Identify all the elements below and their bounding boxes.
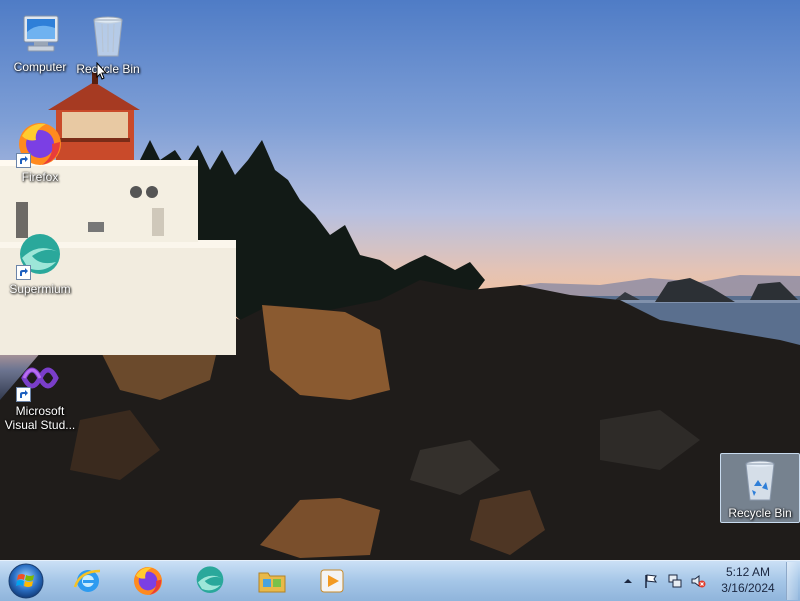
volume-muted-icon[interactable] xyxy=(690,573,706,589)
desktop-wallpaper xyxy=(0,0,800,560)
show-desktop-button[interactable] xyxy=(786,562,798,600)
taskbar-button-internet-explorer[interactable] xyxy=(60,563,116,599)
supermium-icon xyxy=(16,232,64,280)
desktop-icon-recycle-bin[interactable]: Recycle Bin xyxy=(70,12,146,76)
recycle-bin-icon xyxy=(736,456,784,504)
taskbar-button-media-player[interactable] xyxy=(304,563,360,599)
desktop-icon-recycle-bin-selected[interactable]: Recycle Bin xyxy=(720,453,800,523)
computer-icon xyxy=(16,10,64,58)
desktop-icon-firefox[interactable]: Firefox xyxy=(2,120,78,184)
show-hidden-icons-chevron-icon[interactable] xyxy=(620,573,636,589)
taskbar-button-supermium[interactable] xyxy=(182,563,238,599)
taskbar: 5:12 AM 3/16/2024 xyxy=(0,560,800,601)
desktop-icon-supermium[interactable]: Supermium xyxy=(2,232,78,296)
taskbar-button-firefox[interactable] xyxy=(120,563,176,599)
clock-time: 5:12 AM xyxy=(725,565,771,579)
recycle-bin-icon xyxy=(84,12,132,60)
desktop-icon-label: Computer xyxy=(13,60,67,74)
shortcut-arrow-icon xyxy=(16,265,31,280)
firefox-icon xyxy=(134,567,162,595)
desktop-icon-label: Microsoft Visual Stud... xyxy=(4,404,76,432)
action-center-flag-icon[interactable] xyxy=(643,573,659,589)
clock-date: 3/16/2024 xyxy=(721,581,775,595)
supermium-icon xyxy=(196,566,224,593)
desktop-icon-label: Recycle Bin xyxy=(76,62,140,76)
desktop-icon-label: Firefox xyxy=(21,170,59,184)
desktop-icon-computer[interactable]: Computer xyxy=(2,10,78,74)
visual-studio-icon xyxy=(16,354,64,402)
internet-explorer-icon xyxy=(73,569,101,592)
shortcut-arrow-icon xyxy=(16,153,31,168)
mouse-cursor-icon xyxy=(96,61,108,85)
folder-icon xyxy=(258,572,286,593)
windows-orb-icon xyxy=(8,563,44,599)
desktop-icon-label: Recycle Bin xyxy=(728,506,792,520)
firefox-icon xyxy=(16,120,64,168)
desktop-icon-visual-studio[interactable]: Microsoft Visual Stud... xyxy=(2,354,78,432)
taskbar-button-windows-explorer[interactable] xyxy=(244,563,300,599)
desktop-icon-label: Supermium xyxy=(9,282,71,296)
shortcut-arrow-icon xyxy=(16,387,31,402)
network-icon[interactable] xyxy=(667,573,683,589)
start-button[interactable] xyxy=(4,561,48,601)
system-clock[interactable]: 5:12 AM 3/16/2024 xyxy=(712,564,784,596)
media-player-icon xyxy=(320,569,344,593)
